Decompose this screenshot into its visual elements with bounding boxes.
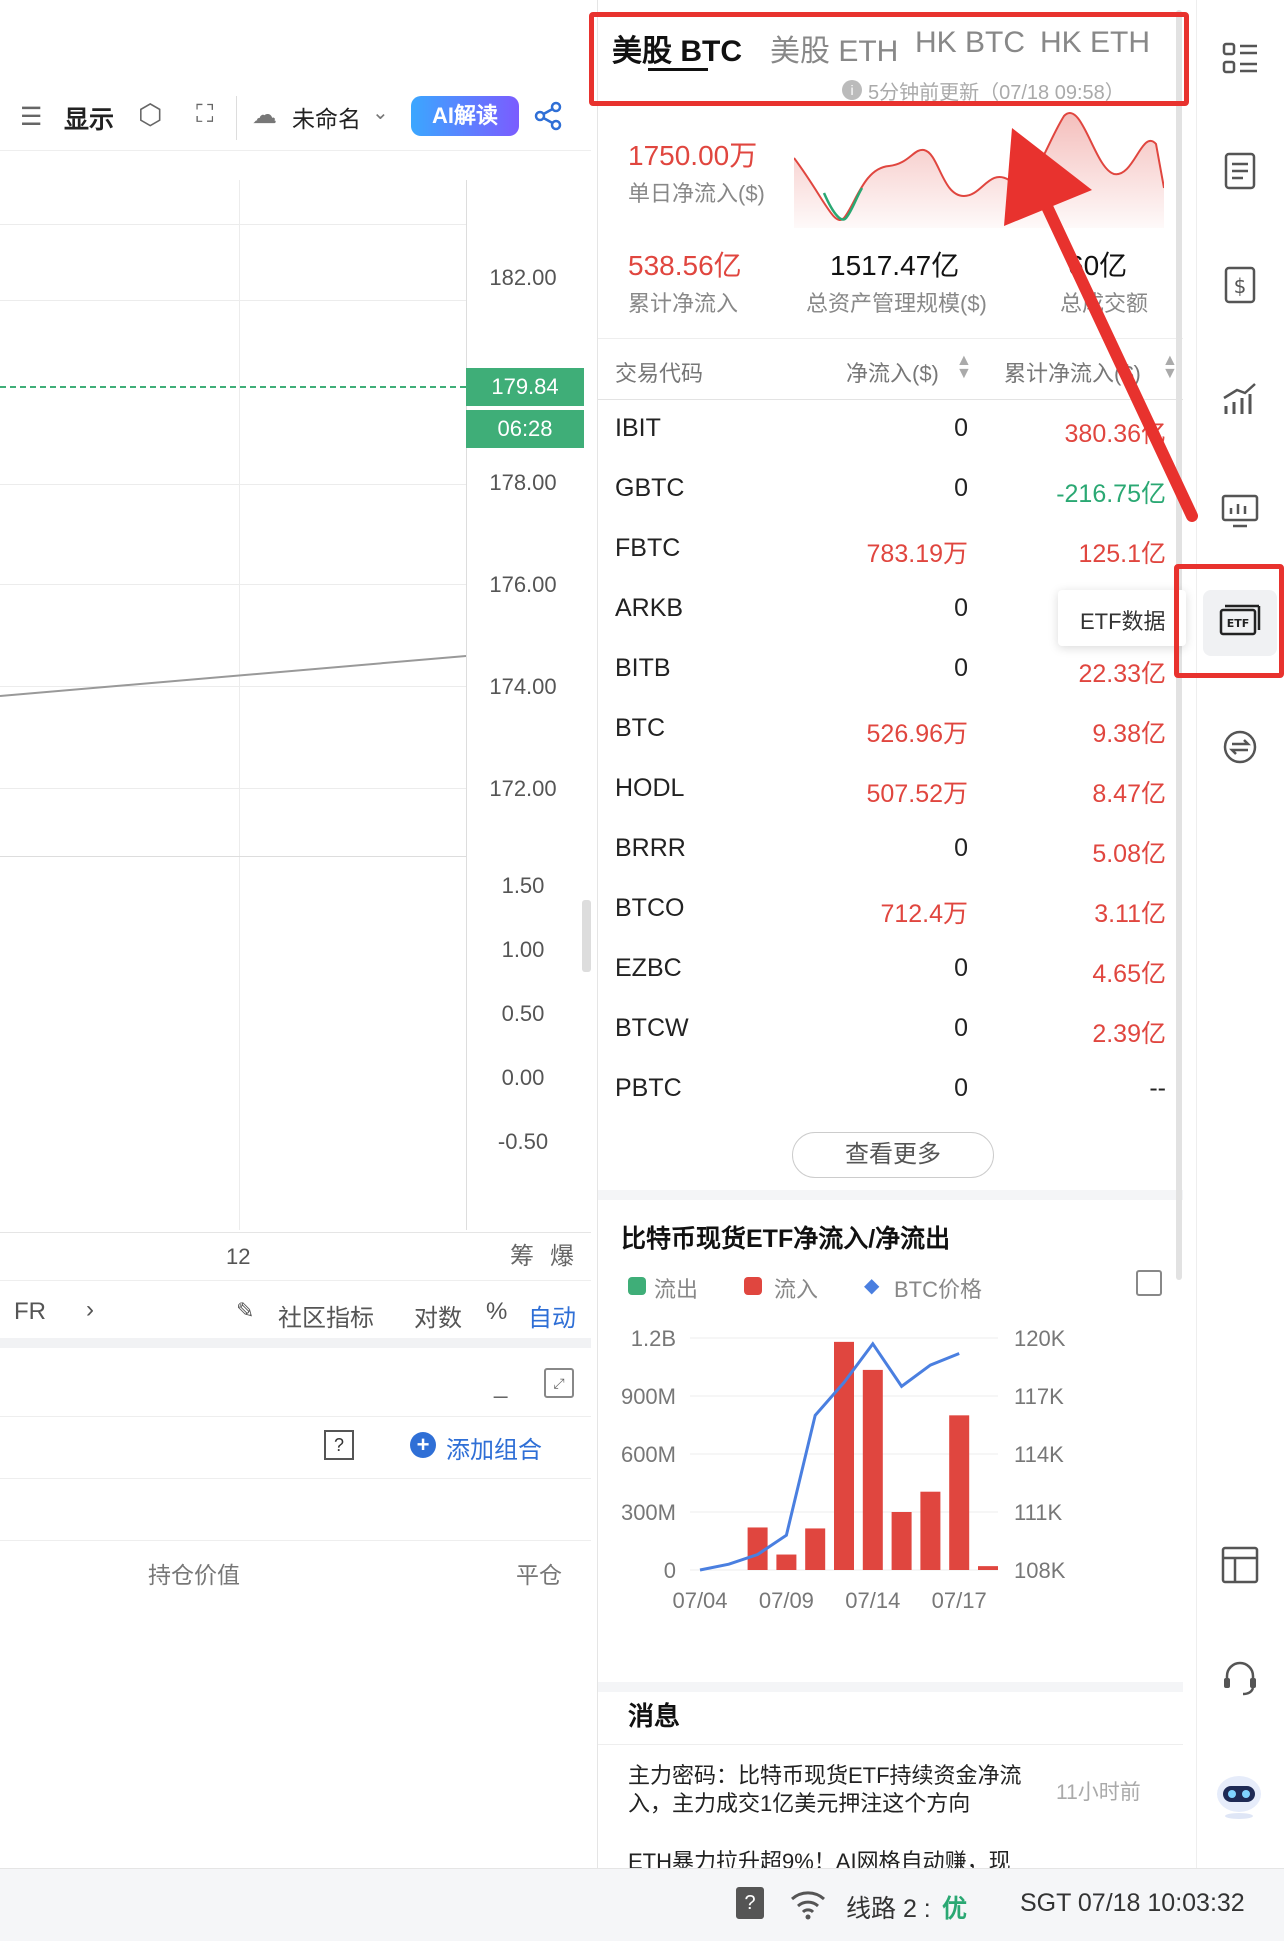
annotation-arrow: [1004, 128, 1198, 522]
help-book-icon[interactable]: ?: [736, 1887, 764, 1919]
status-bar: ? 线路 2 : 优 SGT 07/18 10:03:32: [0, 1868, 1284, 1941]
connection-line-label[interactable]: 线路 2 :: [846, 1889, 931, 1925]
wifi-icon: [791, 1891, 825, 1920]
connection-quality: 优: [942, 1895, 968, 1923]
clock-time: SGT 07/18 10:03:32: [1020, 1889, 1245, 1917]
